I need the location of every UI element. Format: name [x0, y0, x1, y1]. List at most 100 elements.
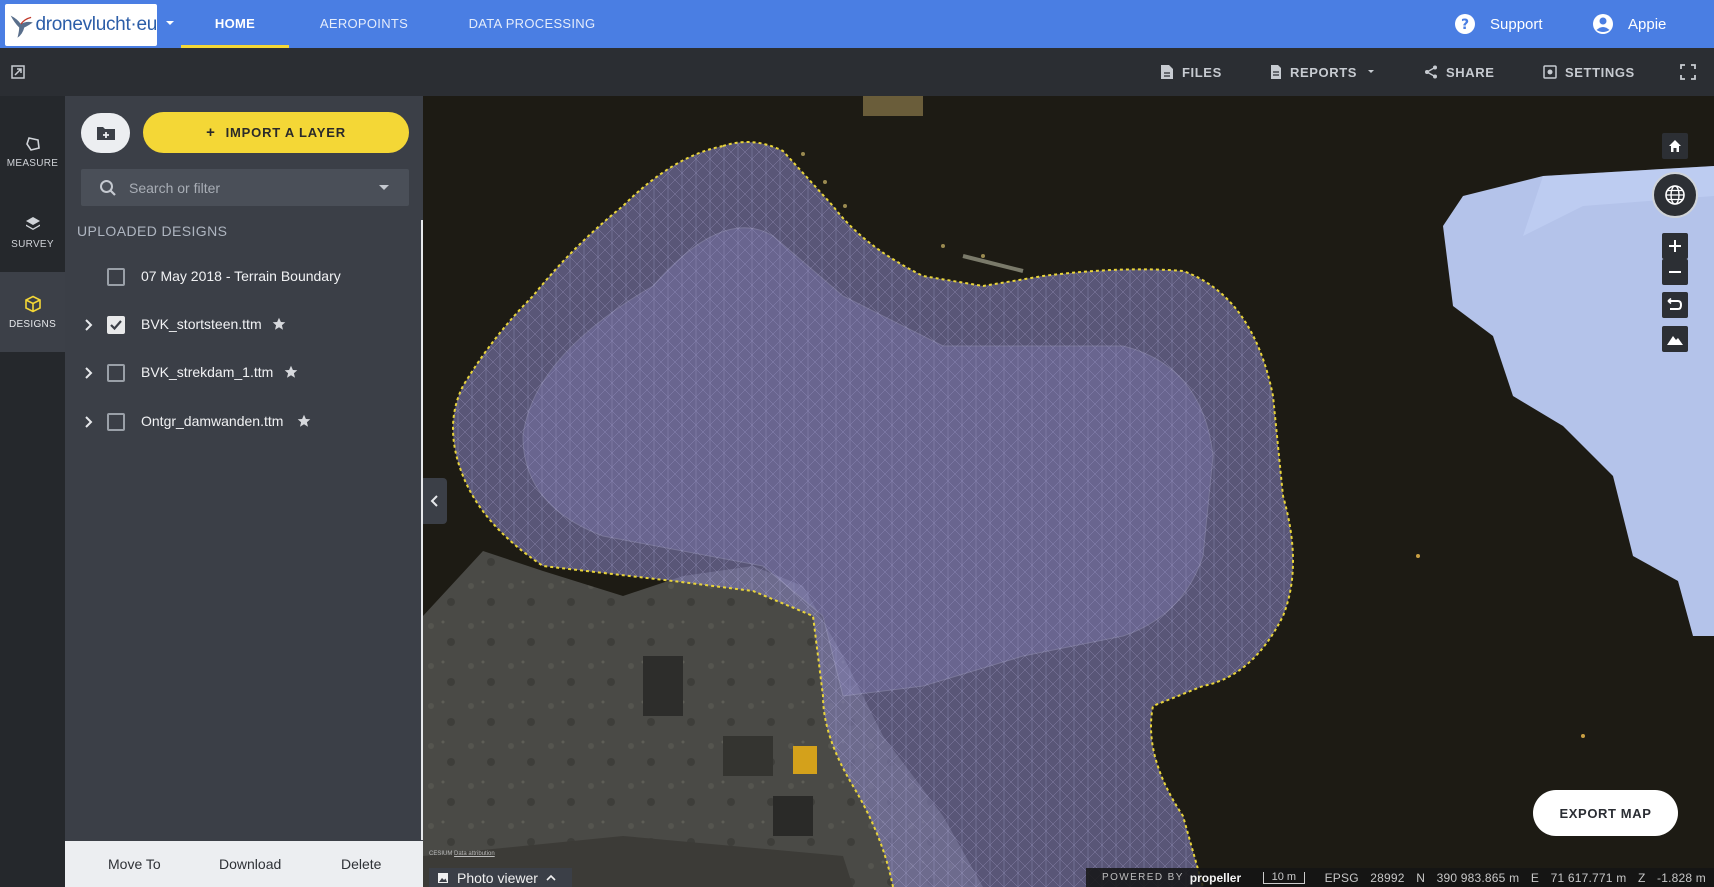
chevron-right-icon[interactable] [82, 366, 96, 380]
export-map-button[interactable]: EXPORT MAP [1533, 790, 1678, 836]
terrain-toggle-button[interactable] [1662, 326, 1688, 352]
data-attribution-link[interactable]: Data attribution [454, 851, 495, 857]
compass-control[interactable] [1652, 172, 1698, 218]
design-list-item[interactable]: Ontgr_damwanden.ttm [65, 402, 421, 442]
search-field[interactable] [81, 169, 409, 206]
mountain-icon [1667, 336, 1683, 345]
n-label: N [1416, 870, 1426, 885]
globe-icon [1665, 185, 1685, 205]
design-checkbox[interactable] [107, 364, 125, 382]
minus-icon [1669, 271, 1681, 273]
tab-aeropoints-label: AEROPOINTS [319, 16, 409, 31]
design-checkbox[interactable] [107, 413, 125, 431]
e-value: 71 617.771 m [1550, 870, 1627, 885]
fullscreen-icon[interactable] [1678, 62, 1698, 82]
reports-button[interactable]: REPORTS [1270, 62, 1377, 82]
design-list-item[interactable]: BVK_stortsteen.ttm [65, 305, 421, 345]
tab-data-processing[interactable]: DATA PROCESSING [462, 0, 602, 48]
star-icon[interactable] [297, 414, 311, 428]
design-list-item[interactable]: BVK_strekdam_1.ttm [65, 353, 421, 393]
move-to-button[interactable]: Move To [108, 856, 161, 872]
search-input[interactable] [129, 179, 369, 196]
map-status-bar: POWERED BY propeller 10 m EPSG 28992 N 3… [1086, 868, 1714, 887]
rail-item-label: SURVEY [11, 238, 54, 250]
rotate-icon [1667, 298, 1683, 310]
star-icon[interactable] [284, 365, 298, 379]
tab-home[interactable]: HOME [181, 0, 289, 48]
logo[interactable]: dronevlucht·eu [5, 4, 157, 46]
cube-icon [24, 295, 41, 312]
design-checkbox[interactable] [107, 316, 125, 334]
map-attribution: CESIUM Data attribution [429, 851, 495, 857]
support-link[interactable]: ? Support [1454, 12, 1543, 36]
chevron-right-icon[interactable] [82, 415, 96, 429]
z-value: -1.828 m [1657, 870, 1706, 885]
tab-data-processing-label: DATA PROCESSING [468, 16, 596, 31]
design-name: BVK_stortsteen.ttm [141, 316, 262, 332]
account-circle-icon [1593, 14, 1613, 34]
files-label: FILES [1182, 64, 1222, 80]
design-name: Ontgr_damwanden.ttm [141, 413, 284, 429]
chevron-right-icon[interactable] [82, 318, 96, 332]
support-label: Support [1490, 15, 1543, 33]
map-viewport[interactable] [423, 96, 1714, 887]
chevron-up-icon [546, 874, 556, 881]
import-layer-button[interactable]: + IMPORT A LAYER [143, 112, 409, 153]
panel-footer: Move To Download Delete [65, 841, 423, 887]
coordinate-readout: EPSG 28992 N 390 983.865 m E 71 617.771 … [1325, 871, 1714, 885]
chevron-down-icon[interactable] [379, 184, 389, 192]
collapse-panel-button[interactable] [423, 478, 447, 524]
report-icon [1271, 65, 1281, 79]
home-view-button[interactable] [1662, 133, 1688, 159]
map-imagery [423, 96, 1714, 887]
import-layer-label: IMPORT A LAYER [225, 125, 346, 140]
design-checkbox[interactable] [107, 268, 125, 286]
new-folder-button[interactable] [81, 113, 130, 153]
settings-button[interactable]: SETTINGS [1543, 62, 1635, 82]
delete-button[interactable]: Delete [341, 856, 381, 872]
files-button[interactable]: FILES [1160, 62, 1222, 82]
photo-viewer-toggle[interactable]: Photo viewer [429, 868, 572, 887]
rail-item-designs[interactable]: DESIGNS [0, 272, 65, 352]
section-title: UPLOADED DESIGNS [77, 223, 228, 239]
search-icon [100, 179, 116, 196]
tab-home-label: HOME [214, 16, 256, 31]
epsg-value: 28992 [1370, 870, 1405, 885]
file-icon [1161, 65, 1173, 79]
map-toolbar: FILES REPORTS SHARE SETTINGS [0, 48, 1714, 96]
polygon-icon [25, 136, 40, 151]
rail-item-measure[interactable]: MEASURE [0, 112, 65, 192]
rail-item-survey[interactable]: SURVEY [0, 192, 65, 272]
design-list-item[interactable]: 07 May 2018 - Terrain Boundary [65, 257, 421, 297]
propeller-logo: propeller [1189, 870, 1242, 885]
zoom-in-button[interactable] [1662, 233, 1688, 259]
help-circle-icon: ? [1455, 14, 1475, 34]
reports-label: REPORTS [1290, 64, 1358, 80]
rail-item-label: MEASURE [6, 157, 59, 169]
z-label: Z [1637, 870, 1646, 885]
tab-aeropoints[interactable]: AEROPOINTS [305, 0, 423, 48]
chevron-down-icon [1368, 70, 1375, 73]
n-value: 390 983.865 m [1436, 870, 1520, 885]
chevron-down-icon[interactable] [163, 16, 177, 30]
zoom-out-button[interactable] [1662, 259, 1688, 285]
app-root: dronevlucht·eu HOME AEROPOINTS DATA PROC… [0, 0, 1714, 887]
plus-icon [1669, 240, 1681, 252]
open-in-new-icon[interactable] [10, 64, 26, 80]
scale-bar: 10 m [1263, 871, 1305, 884]
settings-icon [1543, 65, 1557, 79]
folder-plus-icon [96, 127, 115, 140]
user-label: Appie [1628, 15, 1667, 33]
logo-text: dronevlucht·eu [35, 14, 158, 35]
image-icon [438, 872, 448, 883]
share-icon [1425, 65, 1437, 79]
star-icon[interactable] [272, 317, 286, 331]
plus-icon: + [206, 124, 216, 141]
share-label: SHARE [1446, 64, 1495, 80]
design-name: BVK_strekdam_1.ttm [141, 364, 274, 380]
share-button[interactable]: SHARE [1424, 62, 1495, 82]
reset-view-button[interactable] [1662, 292, 1688, 318]
cesium-logo: CESIUM [429, 851, 453, 857]
user-menu[interactable]: Appie [1592, 12, 1666, 36]
download-button[interactable]: Download [219, 856, 281, 872]
